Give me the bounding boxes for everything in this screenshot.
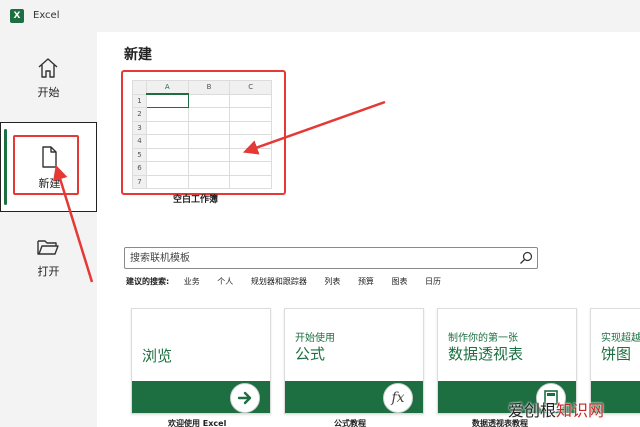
title-bar: X Excel (0, 0, 640, 32)
template-caption: 欢迎使用 Excel (168, 419, 227, 427)
sidebar: 开始 新建 打开 (0, 32, 97, 427)
search-input[interactable] (130, 250, 510, 266)
template-subtitle: 制作你的第一张 (448, 333, 518, 344)
column-header: A (146, 80, 189, 95)
template-subtitle: 实现超越 (601, 333, 640, 344)
column-header: C (229, 80, 272, 95)
suggested-searches-label: 建议的搜索: (126, 277, 170, 286)
template-search (124, 247, 538, 269)
row-header: 7 (132, 174, 147, 189)
suggested-search-link[interactable]: 规划器和跟踪器 (251, 277, 307, 286)
page-title: 新建 (124, 47, 152, 63)
template-title: 公式 (295, 345, 326, 363)
sidebar-item-label: 新建 (38, 177, 61, 190)
sidebar-item-home[interactable]: 开始 (0, 52, 97, 112)
suggested-search-link[interactable]: 列表 (324, 277, 340, 286)
blank-workbook-tile[interactable]: A B C 1 2 3 4 5 6 7 (121, 70, 286, 195)
suggested-search-link[interactable]: 预算 (358, 277, 374, 286)
template-subtitle: 开始使用 (295, 333, 335, 344)
template-title: 饼图 (601, 345, 632, 363)
suggested-search-link[interactable]: 个人 (217, 277, 233, 286)
template-title: 浏览 (142, 347, 173, 365)
row-header: 3 (132, 120, 147, 135)
home-icon (38, 58, 58, 78)
sidebar-item-open[interactable]: 打开 (0, 235, 97, 295)
selected-cell (146, 93, 189, 108)
new-document-icon (42, 146, 57, 168)
arrow-right-icon (230, 383, 260, 413)
row-header: 5 (132, 147, 147, 162)
watermark-part2: 知识网 (556, 401, 605, 420)
template-card-browse[interactable]: 浏览 (131, 308, 271, 414)
blank-workbook-caption: 空白工作簿 (173, 195, 219, 205)
suggested-searches: 建议的搜索: 业务 个人 规划器和跟踪器 列表 预算 图表 日历 (126, 276, 456, 287)
selection-indicator (4, 129, 7, 205)
row-header: 1 (132, 93, 147, 108)
blank-workbook-preview: A B C 1 2 3 4 5 6 7 (132, 80, 272, 189)
watermark-part1: 爱创根 (508, 401, 557, 420)
watermark: 爱创根知识网 (508, 397, 604, 421)
excel-logo-icon: X (10, 9, 24, 23)
open-folder-icon (37, 240, 59, 255)
template-caption: 公式教程 (334, 419, 366, 427)
row-header: 4 (132, 134, 147, 149)
suggested-search-link[interactable]: 图表 (391, 277, 407, 286)
search-icon[interactable] (518, 250, 534, 266)
template-title: 数据透视表 (448, 345, 524, 363)
fx-icon: fx (383, 383, 413, 413)
sidebar-item-label: 打开 (37, 265, 60, 278)
sidebar-item-label: 开始 (37, 86, 60, 99)
suggested-search-link[interactable]: 日历 (425, 277, 441, 286)
column-header: B (187, 80, 231, 95)
sidebar-item-new[interactable]: 新建 (0, 122, 97, 212)
suggested-search-link[interactable]: 业务 (184, 277, 200, 286)
row-header: 6 (132, 161, 147, 176)
row-header: 2 (132, 107, 147, 122)
app-title: Excel (33, 10, 60, 21)
grid-corner (132, 80, 147, 95)
template-card-formulas[interactable]: 开始使用 公式 fx (284, 308, 424, 414)
